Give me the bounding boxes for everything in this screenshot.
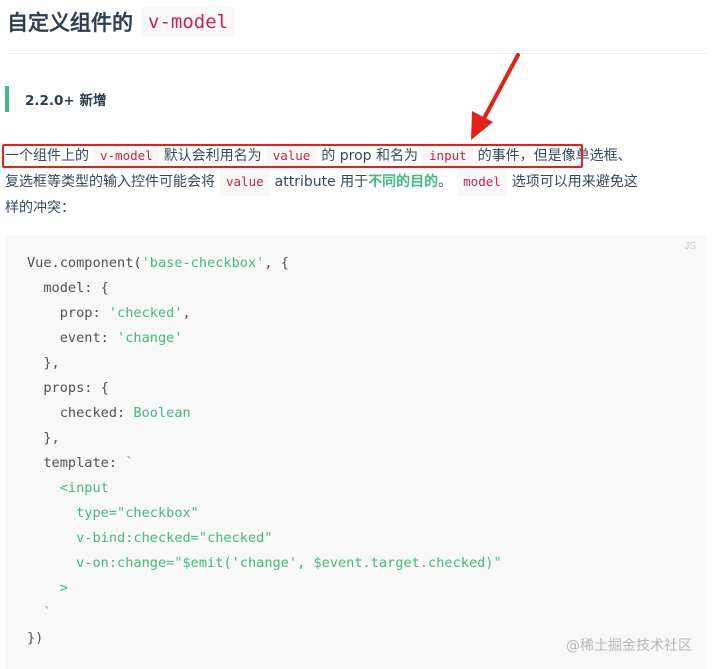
code-token: props: { <box>27 380 109 396</box>
strong-text: 不同的目的 <box>368 174 439 190</box>
paragraph-line: 样的冲突： <box>5 195 707 221</box>
code-token: 'checked' <box>108 305 183 321</box>
code-token: ` <box>27 605 52 621</box>
code-line: prop: 'checked', <box>27 301 502 326</box>
code-token: type="checkbox" <box>27 505 199 521</box>
code-token: Vue.component( <box>27 255 142 271</box>
code-line: model: { <box>27 276 502 301</box>
text-span: 复选框等类型的输入控件可能会将 <box>5 174 215 190</box>
watermark: @稀土掘金技术社区 <box>566 638 692 654</box>
code-token: ` <box>125 455 134 471</box>
text-span: attribute 用于 <box>274 174 369 190</box>
text-span: 一个组件上的 <box>5 148 89 164</box>
code-token: 'change' <box>117 330 183 346</box>
page-title: 自定义组件的 v-model <box>7 2 236 42</box>
code-token: template: <box>27 455 126 471</box>
code-token: , <box>182 305 191 321</box>
code-block: JS Vue.component('base-checkbox', { mode… <box>5 235 706 669</box>
code-line: type="checkbox" <box>27 501 502 526</box>
code-token: v-on:change="$emit('change', $event.targ… <box>27 555 502 571</box>
code-line: > <box>27 576 502 601</box>
code-line: }, <box>27 351 502 376</box>
text-span: 的事件，但是像单选框、 <box>477 148 632 164</box>
code-token: model: { <box>27 280 109 296</box>
text-span: 的 prop 和名为 <box>321 148 419 164</box>
page-title-text: 自定义组件的 <box>7 11 133 35</box>
version-tip: 2.2.0+ 新增 <box>5 86 106 112</box>
inline-code: v-model <box>94 142 159 170</box>
code-line: event: 'change' <box>27 326 502 351</box>
code-line: v-on:change="$emit('change', $event.targ… <box>27 551 502 576</box>
code-content: Vue.component('base-checkbox', { model: … <box>27 251 502 651</box>
code-line: checked: Boolean <box>27 401 502 426</box>
code-token: prop: <box>27 305 109 321</box>
code-token: }, <box>27 355 60 371</box>
text-span: 。 <box>438 174 453 190</box>
paragraph-line: 复选框等类型的输入控件可能会将 value attribute 用于 不同的目的… <box>5 168 707 196</box>
code-line: v-bind:checked="checked" <box>27 526 502 551</box>
code-line: }, <box>27 426 502 451</box>
code-line: }) <box>27 626 502 651</box>
version-tip-text: 2.2.0+ 新增 <box>25 93 107 109</box>
inline-code: value <box>266 142 317 170</box>
code-token: checked: <box>27 405 134 421</box>
code-line: Vue.component('base-checkbox', { <box>27 251 502 276</box>
code-line: <input <box>27 476 502 501</box>
code-line: template: ` <box>27 451 502 476</box>
inline-code: value <box>220 168 270 196</box>
code-token: event: <box>27 330 118 346</box>
code-token: }) <box>27 630 44 646</box>
code-token: > <box>27 580 68 596</box>
code-token: , { <box>264 255 289 271</box>
code-language-label: JS <box>684 241 696 252</box>
title-divider <box>7 53 706 54</box>
code-token: }, <box>27 430 60 446</box>
code-token: v-bind:checked="checked" <box>27 530 273 546</box>
paragraph-line: 一个组件上的 v-model 默认会利用名为 value 的 prop 和名为 … <box>5 142 707 170</box>
inline-code: input <box>423 142 473 170</box>
code-line: props: { <box>27 376 502 401</box>
page-title-code: v-model <box>141 7 236 37</box>
code-line: ` <box>27 601 502 626</box>
text-span: 默认会利用名为 <box>163 148 262 164</box>
inline-code: model <box>457 168 507 196</box>
code-token: <input <box>27 480 109 496</box>
code-token: Boolean <box>133 405 191 421</box>
code-token: 'base-checkbox' <box>141 255 265 271</box>
text-span: 选项可以用来避免这 <box>511 174 638 190</box>
description-paragraph: 一个组件上的 v-model 默认会利用名为 value 的 prop 和名为 … <box>5 142 707 221</box>
text-span: 样的冲突： <box>5 200 75 216</box>
